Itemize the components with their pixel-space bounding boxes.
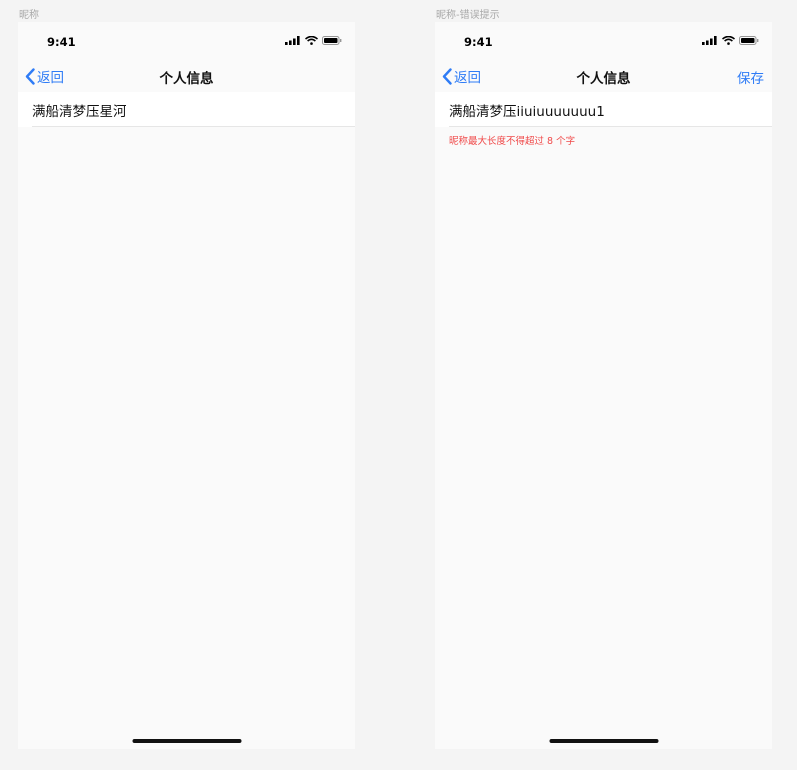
- navigation-bar: 返回 个人信息 保存: [435, 62, 772, 92]
- status-bar: 9:41: [435, 22, 772, 62]
- nickname-input[interactable]: [32, 92, 332, 127]
- status-bar: 9:41: [18, 22, 355, 62]
- nickname-row: [435, 92, 772, 127]
- save-button[interactable]: 保存: [737, 67, 764, 87]
- battery-icon: [739, 36, 759, 45]
- row-divider: [32, 126, 355, 127]
- wifi-icon: [722, 36, 735, 45]
- nickname-input[interactable]: [449, 92, 749, 127]
- phone-screen-nickname-error: 9:41 返回 个人信息 保存 昵称最大长度不得超过 8 个字: [435, 22, 772, 749]
- battery-icon: [322, 36, 342, 45]
- frame-label: 昵称-错误提示: [436, 10, 500, 21]
- cellular-signal-icon: [285, 36, 300, 45]
- cellular-signal-icon: [702, 36, 717, 45]
- status-icons: [702, 36, 759, 45]
- home-indicator[interactable]: [549, 739, 658, 743]
- status-icons: [285, 36, 342, 45]
- home-indicator[interactable]: [132, 739, 241, 743]
- wifi-icon: [305, 36, 318, 45]
- status-time: 9:41: [464, 35, 493, 49]
- page-title: 个人信息: [159, 71, 214, 87]
- navigation-bar: 返回 个人信息: [18, 62, 355, 92]
- phone-screen-nickname: 9:41 返回 个人信息: [18, 22, 355, 749]
- row-divider: [449, 126, 772, 127]
- nickname-row: [18, 92, 355, 127]
- error-message: 昵称最大长度不得超过 8 个字: [449, 136, 576, 147]
- status-time: 9:41: [47, 35, 76, 49]
- frame-label: 昵称: [19, 10, 39, 21]
- page-title: 个人信息: [576, 71, 631, 87]
